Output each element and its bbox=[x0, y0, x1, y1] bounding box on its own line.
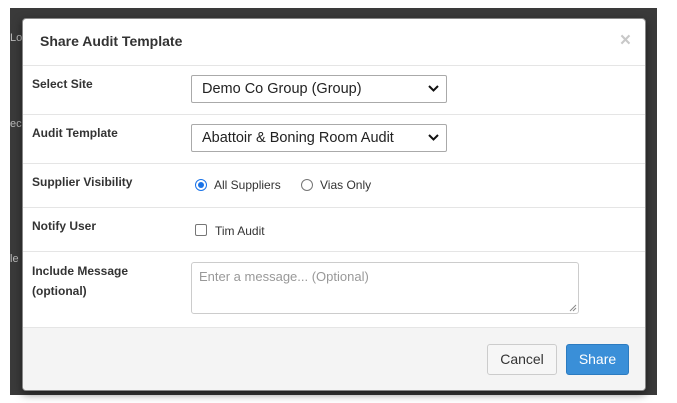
background-text-fragment: le bbox=[10, 253, 19, 265]
audit-template-dropdown[interactable]: Abattoir & Boning Room Audit bbox=[191, 124, 447, 152]
share-audit-template-dialog: Share Audit Template × Select Site Demo … bbox=[22, 18, 646, 391]
supplier-visibility-label: Supplier Visibility bbox=[32, 175, 133, 189]
background-text-fragment: Lo bbox=[10, 32, 23, 44]
background-text-fragment: ec bbox=[10, 118, 22, 130]
all-suppliers-radio[interactable] bbox=[195, 179, 207, 191]
include-message-label: Include Message bbox=[32, 264, 129, 278]
select-site-value: Demo Co Group (Group) bbox=[202, 81, 362, 97]
modal-header: Share Audit Template × bbox=[23, 19, 645, 66]
select-site-label: Select Site bbox=[32, 77, 93, 91]
include-message-optional-label: (optional) bbox=[32, 284, 87, 298]
select-site-dropdown[interactable]: Demo Co Group (Group) bbox=[191, 75, 447, 103]
tim-audit-label[interactable]: Tim Audit bbox=[215, 224, 265, 238]
resize-grip-icon[interactable] bbox=[568, 303, 577, 312]
vias-only-label[interactable]: Vias Only bbox=[320, 178, 371, 192]
select-site-row: Select Site Demo Co Group (Group) bbox=[23, 66, 645, 115]
close-icon[interactable]: × bbox=[620, 31, 631, 50]
audit-template-row: Audit Template Abattoir & Boning Room Au… bbox=[23, 115, 645, 164]
vias-only-radio[interactable] bbox=[301, 179, 313, 191]
supplier-visibility-row: Supplier Visibility All Suppliers Vias O… bbox=[23, 164, 645, 208]
cancel-button[interactable]: Cancel bbox=[487, 344, 557, 375]
include-message-row: Include Message (optional) Enter a messa… bbox=[23, 252, 645, 330]
message-textarea[interactable]: Enter a message... (Optional) bbox=[191, 262, 579, 314]
modal-footer: Cancel Share bbox=[23, 327, 645, 390]
modal-title: Share Audit Template bbox=[40, 33, 183, 49]
all-suppliers-label[interactable]: All Suppliers bbox=[214, 178, 281, 192]
share-button[interactable]: Share bbox=[566, 344, 629, 375]
tim-audit-checkbox[interactable] bbox=[195, 224, 207, 236]
audit-template-value: Abattoir & Boning Room Audit bbox=[202, 130, 394, 146]
notify-user-label: Notify User bbox=[32, 219, 97, 233]
audit-template-label: Audit Template bbox=[32, 126, 118, 140]
chevron-down-icon bbox=[428, 134, 439, 141]
notify-user-row: Notify User Tim Audit bbox=[23, 208, 645, 252]
chevron-down-icon bbox=[428, 85, 439, 92]
message-placeholder: Enter a message... (Optional) bbox=[199, 269, 369, 284]
